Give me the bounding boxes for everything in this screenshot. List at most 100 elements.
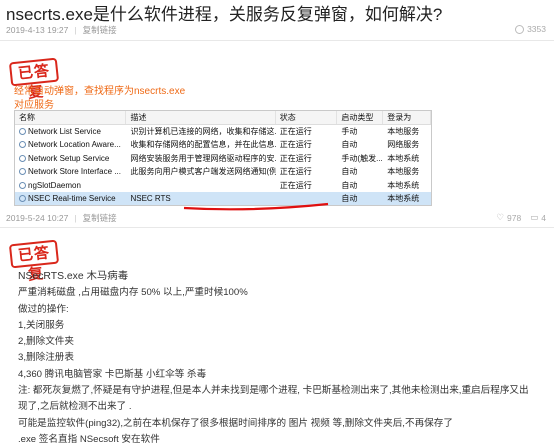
service-name: Network Setup Service: [15, 152, 126, 165]
separator: |: [74, 213, 77, 223]
services-screenshot: 名称 描述 状态 启动类型 登录为 Network List Service 识别…: [14, 110, 432, 206]
service-desc-text: 收集和存储网络的配置信息，并在此信息...: [130, 140, 276, 150]
col-logon[interactable]: 登录为: [383, 111, 431, 124]
answer2-line: NSecRTS.exe 木马病毒: [18, 271, 129, 282]
service-status-text: 正在运行: [279, 153, 312, 163]
answer2-line: 3,删除注册表: [18, 352, 74, 364]
service-desc: 识别计算机已连接的网络，收集和存储这...: [126, 125, 275, 138]
comment-icon[interactable]: ▭: [530, 212, 538, 223]
service-name-text: Network Location Aware...: [28, 140, 121, 150]
answer2-line: 可能是监控软件(ping32),之前在本机保存了很多根据时间排序的 图片 视频 …: [18, 417, 453, 429]
service-status-text: 正在运行: [279, 140, 312, 150]
service-logon-text: 本地系统: [387, 153, 420, 163]
answer1-date: 2019-5-24 10:27: [6, 213, 69, 223]
service-row[interactable]: ngSlotDaemon 正在运行 自动 本地系统: [15, 179, 431, 192]
service-logon-text: 本地系统: [387, 180, 420, 190]
service-startup: 自动: [337, 165, 383, 178]
service-row[interactable]: Network Location Aware... 收集和存储网络的配置信息，并在…: [15, 138, 431, 151]
answered-stamp: 已答复: [8, 239, 60, 284]
service-logon-text: 网络服务: [387, 140, 420, 150]
service-status: 正在运行: [276, 179, 338, 192]
service-startup-text: 自动: [341, 140, 358, 150]
separator: |: [74, 25, 77, 35]
service-gear-icon: [19, 141, 26, 149]
service-logon-text: 本地服务: [387, 127, 420, 136]
answer2-line: .exe 签名直指 NSecsoft 安在软件: [18, 433, 160, 445]
service-desc-text: NSEC RTS: [130, 193, 171, 203]
service-name-text: NSEC Real-time Service: [28, 193, 116, 203]
like-icon[interactable]: ♡: [496, 212, 504, 223]
service-logon: 本地系统: [383, 192, 431, 205]
answer1-line1: 经常自动弹窗，查找程序为nsecrts.exe: [14, 86, 186, 97]
service-status: 正在运行: [276, 165, 338, 178]
service-status-text: 正在运行: [279, 127, 312, 136]
red-underline: [183, 202, 329, 211]
likes-count: 978: [507, 212, 522, 223]
question-date: 2019-4-13 19:27: [6, 25, 69, 35]
service-startup: 自动: [337, 192, 383, 205]
service-status: 正在运行: [276, 138, 338, 151]
comments-count: 4: [541, 212, 546, 223]
service-desc: 此服务向用户模式客户端发送网络通知(例...: [126, 165, 275, 178]
eye-icon: [515, 24, 525, 34]
service-desc-text: 识别计算机已连接的网络，收集和存储这...: [130, 127, 276, 136]
service-logon: 网络服务: [383, 138, 431, 151]
question-title: nsecrts.exe是什么软件进程，关服务反复弹窗，如何解决?: [6, 5, 443, 24]
copy-link-button[interactable]: 复制链接: [83, 212, 117, 224]
service-startup-text: 手动(触发...: [341, 153, 383, 163]
col-desc[interactable]: 描述: [126, 111, 276, 124]
answer2-line: 做过的操作:: [18, 303, 69, 315]
service-desc: 收集和存储网络的配置信息，并在此信息...: [126, 138, 275, 151]
service-name: NSEC Real-time Service: [15, 192, 126, 205]
service-desc: [126, 179, 275, 192]
service-status: 正在运行: [276, 152, 338, 165]
service-gear-icon: [19, 128, 26, 135]
service-desc-text: 网络安装服务用于管理网络驱动程序的安...: [130, 153, 276, 163]
service-desc-text: 此服务向用户模式客户端发送网络通知(例...: [130, 167, 276, 177]
service-startup: 手动: [337, 125, 383, 138]
divider: [0, 40, 554, 41]
copy-link-button[interactable]: 复制链接: [83, 24, 117, 36]
service-name: ngSlotDaemon: [15, 179, 126, 192]
service-name-text: Network Setup Service: [28, 153, 110, 163]
service-startup: 自动: [337, 138, 383, 151]
col-status[interactable]: 状态: [276, 111, 338, 124]
service-name-text: Network List Service: [28, 127, 101, 136]
answer1-line2: 对应服务: [14, 100, 54, 111]
service-row[interactable]: Network Setup Service 网络安装服务用于管理网络驱动程序的安.…: [15, 152, 431, 165]
service-name-text: Network Store Interface ...: [28, 167, 121, 177]
service-startup-text: 自动: [341, 193, 358, 203]
answer2-line: 2,删除文件夹: [18, 336, 74, 348]
services-rows: Network List Service 识别计算机已连接的网络，收集和存储这..…: [15, 125, 431, 205]
answer2-body: NSecRTS.exe 木马病毒 严重消耗磁盘 ,占用磁盘内存 50% 以上,严重…: [18, 269, 550, 447]
service-desc: 网络安装服务用于管理网络驱动程序的安...: [126, 152, 275, 165]
answer2-line: 1,关闭服务: [18, 319, 65, 331]
service-status-text: 正在运行: [279, 167, 312, 177]
service-status: 正在运行: [276, 125, 338, 138]
answer2-line: 现了,之后就检测不出来了 .: [18, 401, 132, 413]
col-startup[interactable]: 启动类型: [337, 111, 384, 124]
service-startup-text: 自动: [341, 167, 358, 177]
service-startup: 手动(触发...: [337, 152, 383, 165]
col-name[interactable]: 名称: [15, 111, 127, 124]
service-name: Network Store Interface ...: [15, 165, 126, 178]
service-logon: 本地系统: [383, 179, 431, 192]
service-status-text: 正在运行: [279, 180, 312, 190]
service-gear-icon: [19, 168, 26, 176]
service-logon: 本地服务: [383, 125, 431, 138]
service-startup-text: 手动: [341, 127, 358, 136]
question-meta: 2019-4-13 19:27 | 复制链接: [6, 24, 117, 36]
views-count: 3353: [527, 24, 546, 34]
service-startup-text: 自动: [341, 180, 358, 190]
answer2-line: 4,360 腾讯电脑管家 卡巴斯基 小红伞等 杀毒: [18, 368, 207, 380]
service-logon: 本地系统: [383, 152, 431, 165]
service-row[interactable]: Network Store Interface ... 此服务向用户模式客户端发送…: [15, 165, 431, 178]
divider: [0, 227, 554, 228]
service-row[interactable]: Network List Service 识别计算机已连接的网络，收集和存储这..…: [15, 125, 431, 138]
service-gear-icon: [19, 181, 26, 189]
service-startup: 自动: [337, 179, 383, 192]
views-counter: 3353: [515, 24, 546, 34]
answer1-actions: ♡ 978 ▭ 4: [496, 212, 546, 223]
service-gear-icon: [19, 154, 26, 162]
service-gear-icon: [19, 194, 26, 202]
